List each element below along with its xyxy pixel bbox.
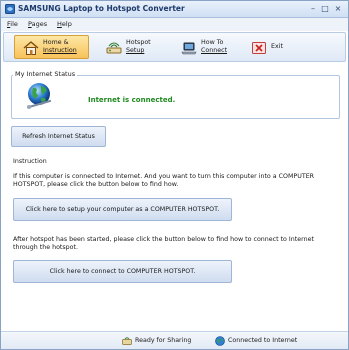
instruction-heading: Instruction: [13, 158, 47, 165]
close-button[interactable]: ×: [332, 4, 344, 14]
internet-status-group: Internet is connected.: [11, 75, 340, 119]
menu-help-label: elp: [61, 20, 72, 28]
menu-help[interactable]: Help: [57, 20, 72, 28]
tab-hotspot-label: Hotspot Setup: [126, 39, 176, 55]
hotspot-setup-icon: [106, 42, 122, 54]
status-sharing-text: Ready for Sharing: [135, 337, 192, 344]
tab-hotspot-line2: Setup: [126, 47, 145, 54]
tab-howto-line1: How To: [201, 39, 224, 46]
globe-small-icon: [215, 336, 225, 346]
menu-file[interactable]: File: [7, 20, 18, 28]
tab-how-to-connect[interactable]: How To Connect: [172, 35, 244, 59]
refresh-internet-status-button[interactable]: Refresh Internet Status: [11, 126, 106, 147]
exit-icon: [252, 42, 266, 54]
title-bar: SAMSUNG Laptop to Hotspot Converter – □ …: [1, 1, 348, 18]
app-icon: [5, 4, 15, 14]
tab-home-instruction[interactable]: Home & Instruction: [14, 35, 89, 59]
sharing-icon: [122, 337, 132, 345]
tab-exit-text: Exit: [271, 43, 283, 50]
tab-hotspot-line1: Hotspot: [126, 39, 151, 46]
toolbar: Home & Instruction Hotspot Setup How To …: [3, 32, 346, 62]
tab-exit-label: Exit: [271, 43, 321, 51]
window-title: SAMSUNG Laptop to Hotspot Converter: [18, 4, 185, 13]
tab-hotspot-setup[interactable]: Hotspot Setup: [97, 35, 171, 59]
status-bar: Ready for Sharing Connected to Internet: [1, 331, 348, 349]
instruction-paragraph-2: After hotspot has been started, please c…: [13, 236, 314, 251]
menu-pages-label: ages: [31, 20, 48, 28]
menu-pages[interactable]: Pages: [28, 20, 47, 28]
app-window: SAMSUNG Laptop to Hotspot Converter – □ …: [0, 0, 349, 350]
tab-exit[interactable]: Exit: [242, 35, 310, 59]
minimize-button[interactable]: –: [307, 4, 319, 14]
menu-file-label: ile: [10, 20, 18, 28]
tab-home-label: Home & Instruction: [43, 39, 93, 55]
menu-bar: File Pages Help: [1, 18, 348, 31]
setup-hotspot-button[interactable]: Click here to setup your computer as a C…: [13, 198, 232, 221]
tab-home-line2: Instruction: [43, 47, 77, 54]
internet-status-message: Internet is connected.: [88, 96, 176, 104]
status-connected-text: Connected to Internet: [228, 337, 298, 344]
tab-howto-line2: Connect: [201, 47, 228, 54]
home-icon: [23, 41, 39, 55]
maximize-button[interactable]: □: [319, 4, 331, 14]
tab-home-line1: Home &: [43, 39, 69, 46]
internet-status-group-label: My Internet Status: [13, 70, 78, 78]
globe-icon: [27, 83, 52, 109]
connect-hotspot-button[interactable]: Click here to connect to COMPUTER HOTSPO…: [13, 260, 232, 283]
laptop-connect-icon: [181, 42, 197, 55]
instruction-paragraph-1: If this computer is connected to Interne…: [13, 173, 315, 188]
